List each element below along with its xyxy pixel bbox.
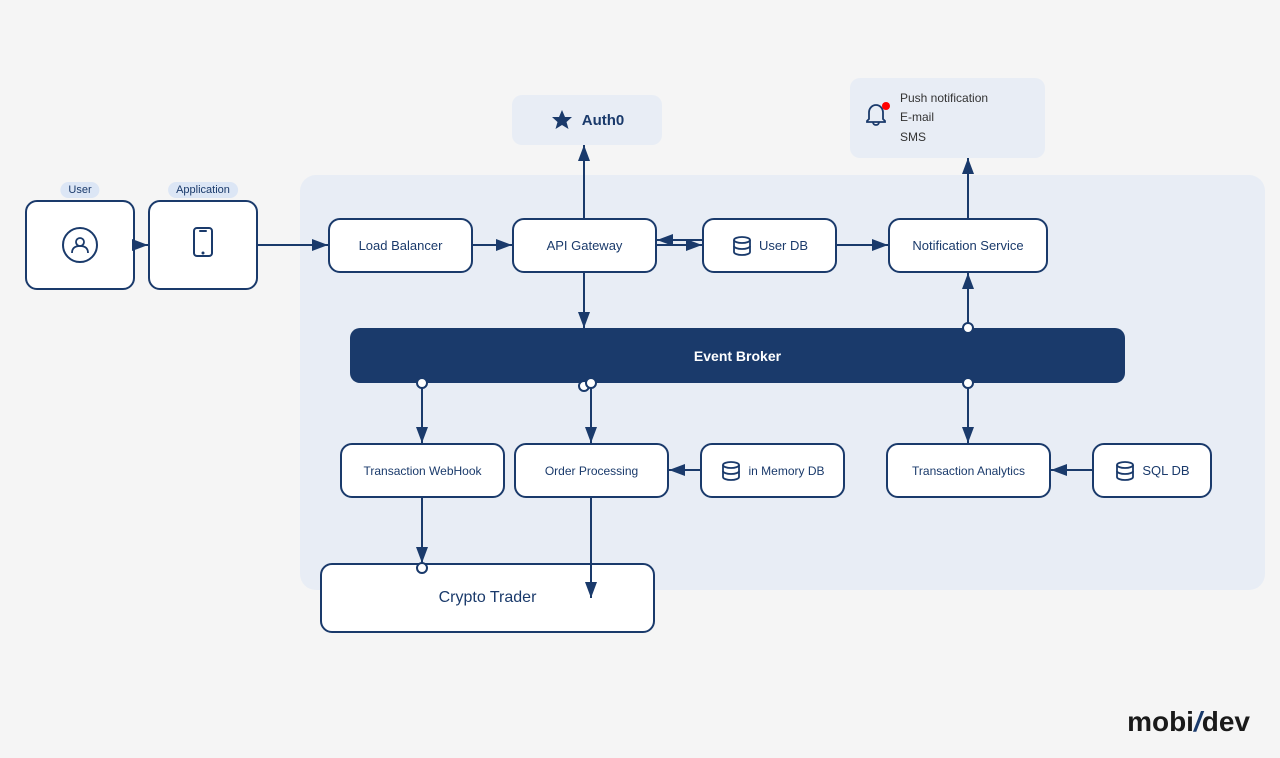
auth0-icon [550, 108, 574, 132]
crypto-trader-node: Crypto Trader [320, 563, 655, 633]
db-icon [731, 235, 753, 257]
user-db-node: User DB [702, 218, 837, 273]
db-icon-memory [720, 460, 742, 482]
user-icon [62, 227, 98, 263]
dev-text: dev [1202, 706, 1250, 737]
sql-db-node: SQL DB [1092, 443, 1212, 498]
application-node: Application [148, 200, 258, 290]
notification-info-box: Push notification E-mail SMS [850, 78, 1045, 158]
load-balancer-node: Load Balancer [328, 218, 473, 273]
notif-info-text: Push notification E-mail SMS [900, 89, 988, 147]
notification-service-node: Notification Service [888, 218, 1048, 273]
slash-text: / [1194, 706, 1202, 737]
mobi-text: mobi [1127, 706, 1194, 737]
order-processing-node: Order Processing [514, 443, 669, 498]
bell-icon [862, 102, 890, 135]
diagram-container: Push notification E-mail SMS Auth0 User … [0, 0, 1280, 758]
api-gateway-node: API Gateway [512, 218, 657, 273]
event-broker-node: Event Broker [350, 328, 1125, 383]
auth0-box: Auth0 [512, 95, 662, 145]
app-label: Application [168, 182, 238, 198]
mobidev-logo: mobi/dev [1127, 706, 1250, 738]
in-memory-db-node: in Memory DB [700, 443, 845, 498]
transaction-webhook-node: Transaction WebHook [340, 443, 505, 498]
bell-dot [882, 102, 890, 110]
db-icon-sql [1114, 460, 1136, 482]
transaction-analytics-node: Transaction Analytics [886, 443, 1051, 498]
user-label: User [60, 182, 99, 198]
phone-icon [191, 227, 215, 263]
user-node: User [25, 200, 135, 290]
auth0-label: Auth0 [582, 112, 625, 129]
